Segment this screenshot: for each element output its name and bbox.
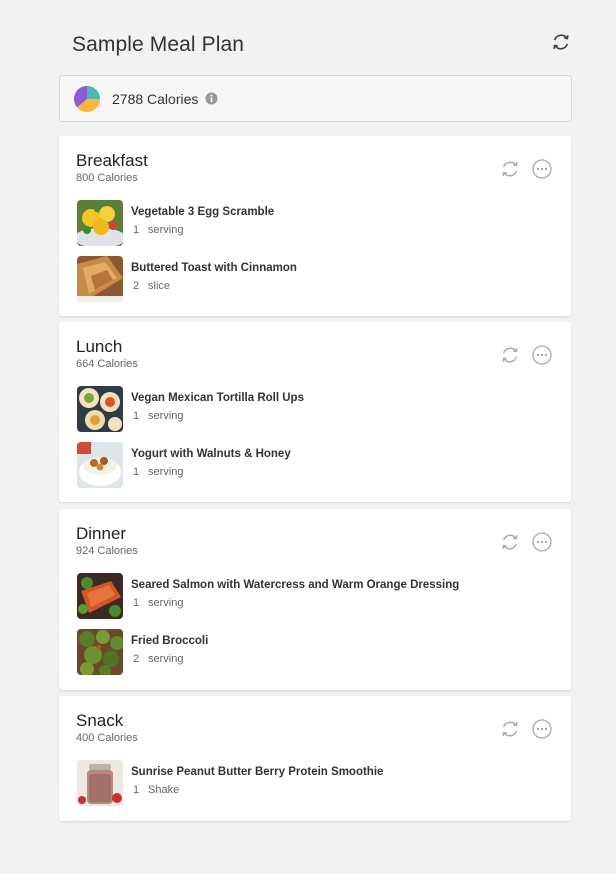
food-name: Vegan Mexican Tortilla Roll Ups — [131, 392, 304, 404]
refresh-icon — [502, 534, 518, 550]
refresh-icon — [502, 161, 518, 177]
meal-options-button[interactable] — [531, 531, 553, 553]
food-name: Buttered Toast with Cinnamon — [131, 262, 297, 274]
more-options-icon — [532, 532, 552, 552]
meal-title: Breakfast — [76, 151, 148, 170]
food-quantity: 1 serving — [133, 597, 184, 609]
page-title: Sample Meal Plan — [72, 33, 245, 56]
food-item[interactable]: Sunrise Peanut Butter Berry Protein Smoo… — [77, 760, 547, 806]
meal-card-snack: Snack 400 Calories Sunrise Peanut Butter… — [59, 696, 571, 821]
food-name: Yogurt with Walnuts & Honey — [131, 448, 291, 460]
meal-options-button[interactable] — [531, 718, 553, 740]
meal-title: Lunch — [76, 337, 123, 356]
food-item[interactable]: Yogurt with Walnuts & Honey 1 serving — [77, 442, 547, 488]
meal-calories: 400 Calories — [76, 732, 138, 744]
food-item[interactable]: Vegan Mexican Tortilla Roll Ups 1 serving — [77, 386, 547, 432]
food-thumbnail — [77, 256, 123, 302]
meal-calories: 664 Calories — [76, 358, 138, 370]
food-thumbnail — [77, 573, 123, 619]
food-item[interactable]: Buttered Toast with Cinnamon 2 slice — [77, 256, 547, 302]
meal-title: Snack — [76, 711, 124, 730]
food-thumbnail — [77, 442, 123, 488]
meal-title: Dinner — [76, 524, 127, 543]
more-options-icon — [532, 345, 552, 365]
food-thumbnail — [77, 200, 123, 246]
refresh-icon — [553, 34, 569, 50]
total-calories: 2788 Calories — [112, 90, 199, 107]
food-name: Fried Broccoli — [131, 635, 209, 647]
refresh-icon — [502, 721, 518, 737]
food-name: Vegetable 3 Egg Scramble — [131, 206, 275, 218]
food-quantity: 1 serving — [133, 466, 184, 478]
refresh-meal-button[interactable] — [499, 531, 521, 553]
food-quantity: 1 serving — [133, 224, 184, 236]
food-item[interactable]: Seared Salmon with Watercress and Warm O… — [77, 573, 547, 619]
refresh-meal-button[interactable] — [499, 718, 521, 740]
food-quantity: 1 Shake — [133, 784, 180, 796]
more-options-icon — [532, 159, 552, 179]
meal-calories: 924 Calories — [76, 545, 138, 557]
meal-calories: 800 Calories — [76, 172, 138, 184]
meal-card-breakfast: Breakfast 800 Calories Vegetable 3 Egg S… — [59, 136, 571, 316]
refresh-icon — [502, 347, 518, 363]
meal-card-dinner: Dinner 924 Calories Seared Salmon with W… — [59, 509, 571, 690]
meal-card-lunch: Lunch 664 Calories Vegan Mexican Tortill… — [59, 322, 571, 502]
macro-pie-chart — [74, 85, 100, 112]
meal-options-button[interactable] — [531, 344, 553, 366]
more-options-icon — [532, 719, 552, 739]
info-icon[interactable] — [205, 92, 218, 105]
food-thumbnail — [77, 386, 123, 432]
food-item[interactable]: Fried Broccoli 2 serving — [77, 629, 547, 675]
food-name: Seared Salmon with Watercress and Warm O… — [131, 579, 460, 591]
food-quantity: 2 slice — [133, 280, 171, 292]
food-quantity: 1 serving — [133, 410, 184, 422]
food-quantity: 2 serving — [133, 653, 184, 665]
food-name: Sunrise Peanut Butter Berry Protein Smoo… — [131, 766, 384, 778]
food-item[interactable]: Vegetable 3 Egg Scramble 1 serving — [77, 200, 547, 246]
regenerate-plan-button[interactable] — [548, 31, 574, 53]
refresh-meal-button[interactable] — [499, 344, 521, 366]
food-thumbnail — [77, 760, 123, 806]
calorie-summary: 2788 Calories — [59, 75, 572, 122]
meal-options-button[interactable] — [531, 158, 553, 180]
refresh-meal-button[interactable] — [499, 158, 521, 180]
food-thumbnail — [77, 629, 123, 675]
